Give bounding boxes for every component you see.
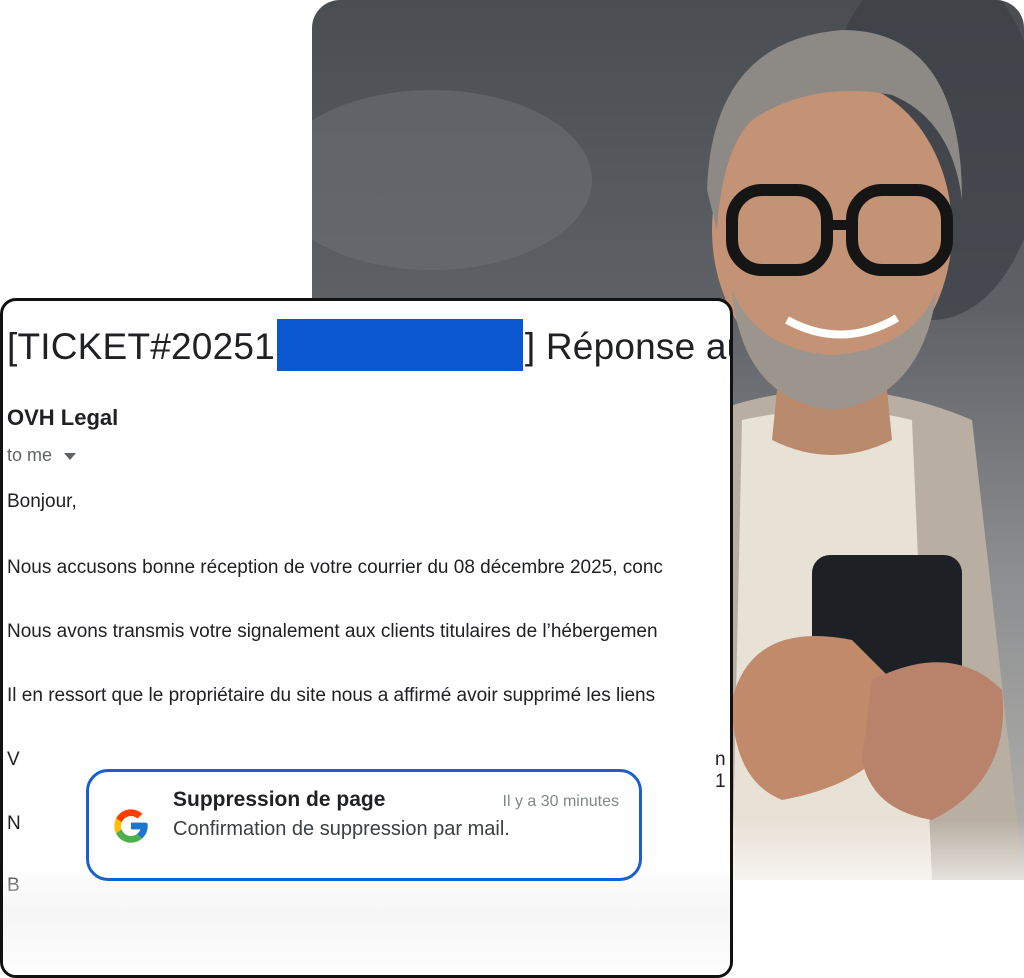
email-fragment: n 1 xyxy=(715,749,726,792)
notification-body: Confirmation de suppression par mail. xyxy=(173,818,510,840)
email-paragraph: Nous avons transmis votre signalement au… xyxy=(7,621,658,642)
notification-time: Il y a 30 minutes xyxy=(502,793,620,810)
email-greeting: Bonjour, xyxy=(7,491,77,512)
recipient-label: to me xyxy=(7,445,53,465)
subject-suffix: ] Réponse au xyxy=(524,326,733,367)
sender-name: OVH Legal xyxy=(7,405,119,430)
notification-title: Suppression de page xyxy=(173,788,386,811)
notification-card[interactable]: Suppression de page Il y a 30 minutes Co… xyxy=(86,769,642,881)
recipient-toggle[interactable]: to me xyxy=(7,445,77,466)
caret-down-icon xyxy=(64,453,77,460)
email-fragment: V xyxy=(7,749,20,770)
email-paragraph: Nous accusons bonne réception de votre c… xyxy=(7,557,663,578)
subject-prefix: [TICKET#20251 xyxy=(7,326,275,367)
google-g-icon xyxy=(114,809,148,843)
email-fragment: N xyxy=(7,813,21,834)
redaction-block xyxy=(276,319,523,371)
email-subject: [TICKET#20251 ] Réponse au xyxy=(7,319,733,371)
email-paragraph: Il en ressort que le propriétaire du sit… xyxy=(7,685,656,706)
